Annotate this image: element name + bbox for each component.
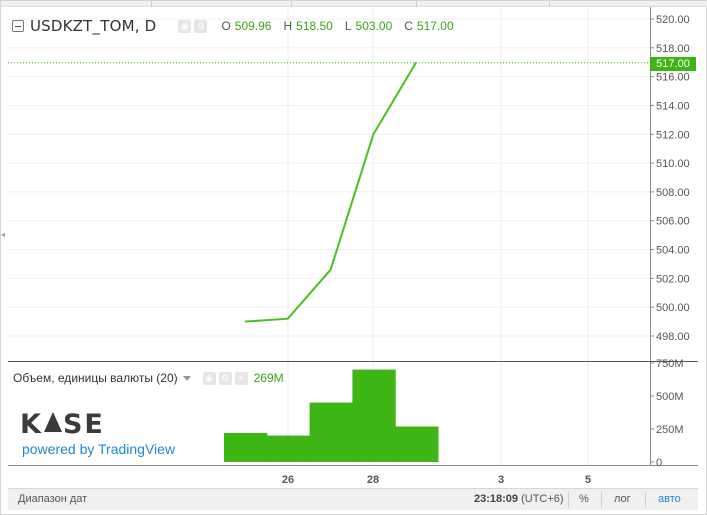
last-price-tag: 517.00 xyxy=(650,57,696,71)
bottom-toolbar: Диапазон дат 23:18:09 (UTC+6) % лог авто xyxy=(8,488,698,510)
clock-timezone: (UTC+6) xyxy=(521,493,564,505)
close-key: C xyxy=(404,19,413,33)
price-tick-label: 502.00 xyxy=(656,273,690,285)
high-key: H xyxy=(283,19,293,33)
close-icon[interactable]: ✕ xyxy=(234,371,248,385)
close-value: 517.00 xyxy=(416,19,454,33)
price-tick-label: 514.00 xyxy=(656,100,690,112)
volume-title[interactable]: Объем, единицы валюты (20) xyxy=(13,371,178,385)
volume-bar[interactable] xyxy=(224,432,268,462)
separator xyxy=(601,492,602,508)
volume-bar[interactable] xyxy=(395,426,439,462)
price-tick-label: 510.00 xyxy=(656,158,690,170)
volume-bar[interactable] xyxy=(309,402,353,462)
price-tick-label: 520.00 xyxy=(656,14,690,26)
time-tick-label: 5 xyxy=(585,474,591,486)
a-triangle-icon xyxy=(43,412,62,432)
date-range-button[interactable]: Диапазон дат xyxy=(18,493,87,505)
separator xyxy=(645,492,646,508)
clock-time: 23:18:09 xyxy=(474,493,519,505)
volume-legend: Объем, единицы валюты (20) ◉ ⚙ ✕ 269M xyxy=(13,370,284,386)
log-toggle[interactable]: лог xyxy=(614,493,631,505)
volume-bar[interactable] xyxy=(352,369,396,462)
volume-bar[interactable] xyxy=(266,435,311,462)
eye-icon[interactable]: ◉ xyxy=(202,371,216,385)
price-tick-label: 506.00 xyxy=(656,216,690,228)
eye-icon[interactable]: ◉ xyxy=(178,19,192,33)
kase-brand: K SE xyxy=(20,409,105,440)
volume-tick-label: 500M xyxy=(656,391,684,403)
time-tick-label: 3 xyxy=(498,474,504,486)
powered-by-link[interactable]: powered by TradingView xyxy=(22,441,175,457)
low-value: 503.00 xyxy=(355,19,393,33)
clock[interactable]: 23:18:09 (UTC+6) xyxy=(474,493,564,505)
price-tick-label: 504.00 xyxy=(656,245,690,257)
chevron-down-icon[interactable] xyxy=(182,376,191,381)
open-key: O xyxy=(221,19,231,33)
volume-tick-label: 0 xyxy=(656,457,662,469)
price-tick-label: 516.00 xyxy=(656,72,690,84)
series-legend: USDKZT_TOM, D ◉ ⚙ O 509.96 H 518.50 L 50… xyxy=(12,16,454,36)
time-tick-label: 28 xyxy=(367,474,379,486)
gear-icon[interactable]: ⚙ xyxy=(218,371,232,385)
price-tick-label: 512.00 xyxy=(656,129,690,141)
percent-toggle[interactable]: % xyxy=(579,493,589,505)
volume-tick-label: 250M xyxy=(656,424,684,436)
high-value: 518.50 xyxy=(296,19,333,33)
kase-logo[interactable]: K SE powered by TradingView xyxy=(20,409,175,458)
separator xyxy=(568,492,569,508)
time-axis: 26 28 3 5 xyxy=(282,474,591,486)
volume-tick-label: 750M xyxy=(656,358,684,370)
gear-icon[interactable]: ⚙ xyxy=(194,19,208,33)
low-key: L xyxy=(344,19,352,33)
price-tick-label: 500.00 xyxy=(656,302,690,314)
auto-toggle[interactable]: авто xyxy=(658,493,681,505)
price-tick-label: 498.00 xyxy=(656,331,690,343)
volume-value: 269M xyxy=(253,371,284,385)
price-tick-label: 508.00 xyxy=(656,187,690,199)
time-tick-label: 26 xyxy=(282,474,294,486)
collapse-icon[interactable] xyxy=(12,20,24,32)
open-value: 509.96 xyxy=(234,19,272,33)
price-tick-label: 518.00 xyxy=(656,43,690,55)
volume-axis: 750M 500M 250M 0 xyxy=(650,358,684,469)
symbol-label[interactable]: USDKZT_TOM, D xyxy=(30,17,156,35)
